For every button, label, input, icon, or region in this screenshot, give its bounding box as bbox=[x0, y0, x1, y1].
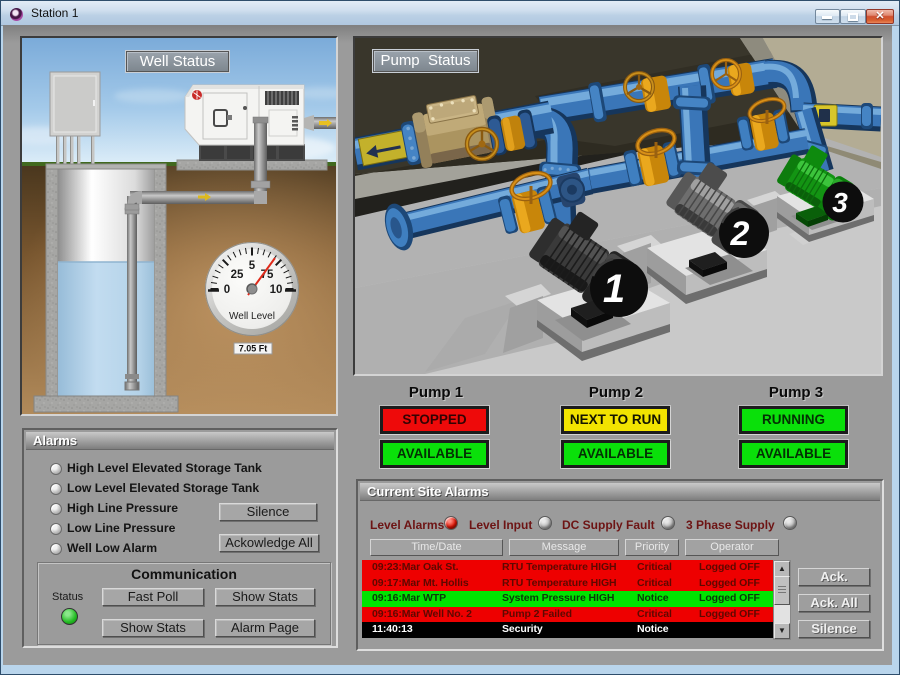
svg-text:Well Level: Well Level bbox=[229, 311, 275, 322]
svg-text:7.05 Ft: 7.05 Ft bbox=[239, 344, 268, 354]
svg-text:25: 25 bbox=[231, 269, 244, 281]
svg-text:10: 10 bbox=[270, 284, 283, 296]
svg-text:1: 1 bbox=[603, 267, 625, 311]
svg-text:0: 0 bbox=[224, 284, 230, 296]
svg-text:5: 5 bbox=[249, 260, 256, 272]
svg-text:2: 2 bbox=[730, 215, 750, 253]
svg-text:3: 3 bbox=[832, 187, 848, 218]
